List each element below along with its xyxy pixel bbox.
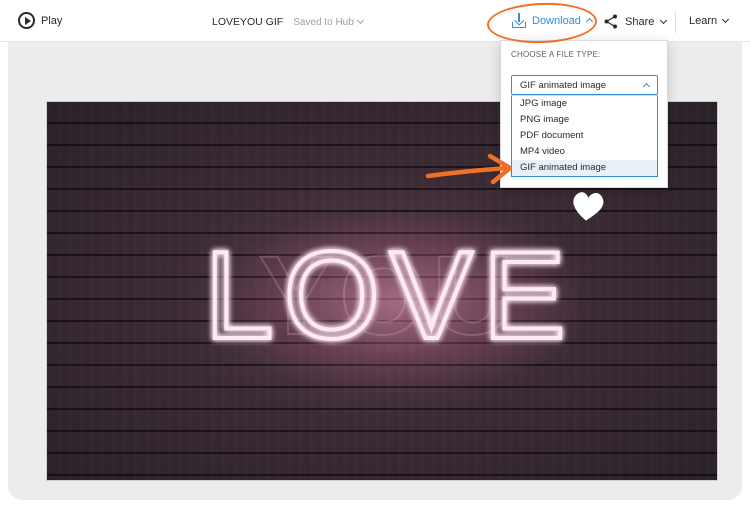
- file-type-header: CHOOSE A FILE TYPE:: [511, 50, 601, 59]
- file-type-option-jpg[interactable]: JPG image: [512, 96, 657, 112]
- chevron-up-icon: [585, 17, 593, 26]
- file-type-option-png[interactable]: PNG image: [512, 112, 657, 128]
- file-type-options: JPG image PNG image PDF document MP4 vid…: [511, 95, 658, 177]
- neon-love-text: LOVE: [205, 227, 576, 365]
- file-type-option-mp4[interactable]: MP4 video: [512, 144, 657, 160]
- share-label: Share: [625, 15, 655, 28]
- file-type-select[interactable]: GIF animated image: [511, 75, 658, 95]
- play-button[interactable]: Play: [18, 12, 62, 29]
- play-icon: [18, 12, 35, 29]
- share-button[interactable]: Share: [604, 14, 668, 29]
- project-title-area: LOVEYOU GIF Saved to Hub: [212, 16, 364, 28]
- file-type-option-pdf[interactable]: PDF document: [512, 128, 657, 144]
- download-icon: [512, 13, 526, 28]
- play-label: Play: [41, 14, 63, 27]
- download-button[interactable]: Download: [512, 13, 593, 28]
- share-icon: [604, 14, 617, 29]
- chevron-down-icon: [660, 16, 668, 24]
- saved-status-label: Saved to Hub: [293, 16, 354, 28]
- chevron-up-icon: [642, 82, 651, 90]
- learn-label: Learn: [689, 15, 718, 27]
- saved-status-menu[interactable]: Saved to Hub: [293, 16, 364, 28]
- toolbar-divider: [675, 11, 676, 33]
- top-toolbar: Play LOVEYOU GIF Saved to Hub Download S…: [0, 0, 750, 42]
- chevron-down-icon: [356, 16, 364, 25]
- download-label: Download: [532, 14, 581, 27]
- chevron-down-icon: [722, 15, 730, 24]
- file-type-option-gif[interactable]: GIF animated image: [512, 160, 657, 176]
- download-menu: CHOOSE A FILE TYPE: GIF animated image J…: [500, 40, 668, 188]
- learn-button[interactable]: Learn: [689, 15, 730, 27]
- file-type-selected: GIF animated image: [520, 79, 607, 91]
- project-title[interactable]: LOVEYOU GIF: [212, 16, 283, 28]
